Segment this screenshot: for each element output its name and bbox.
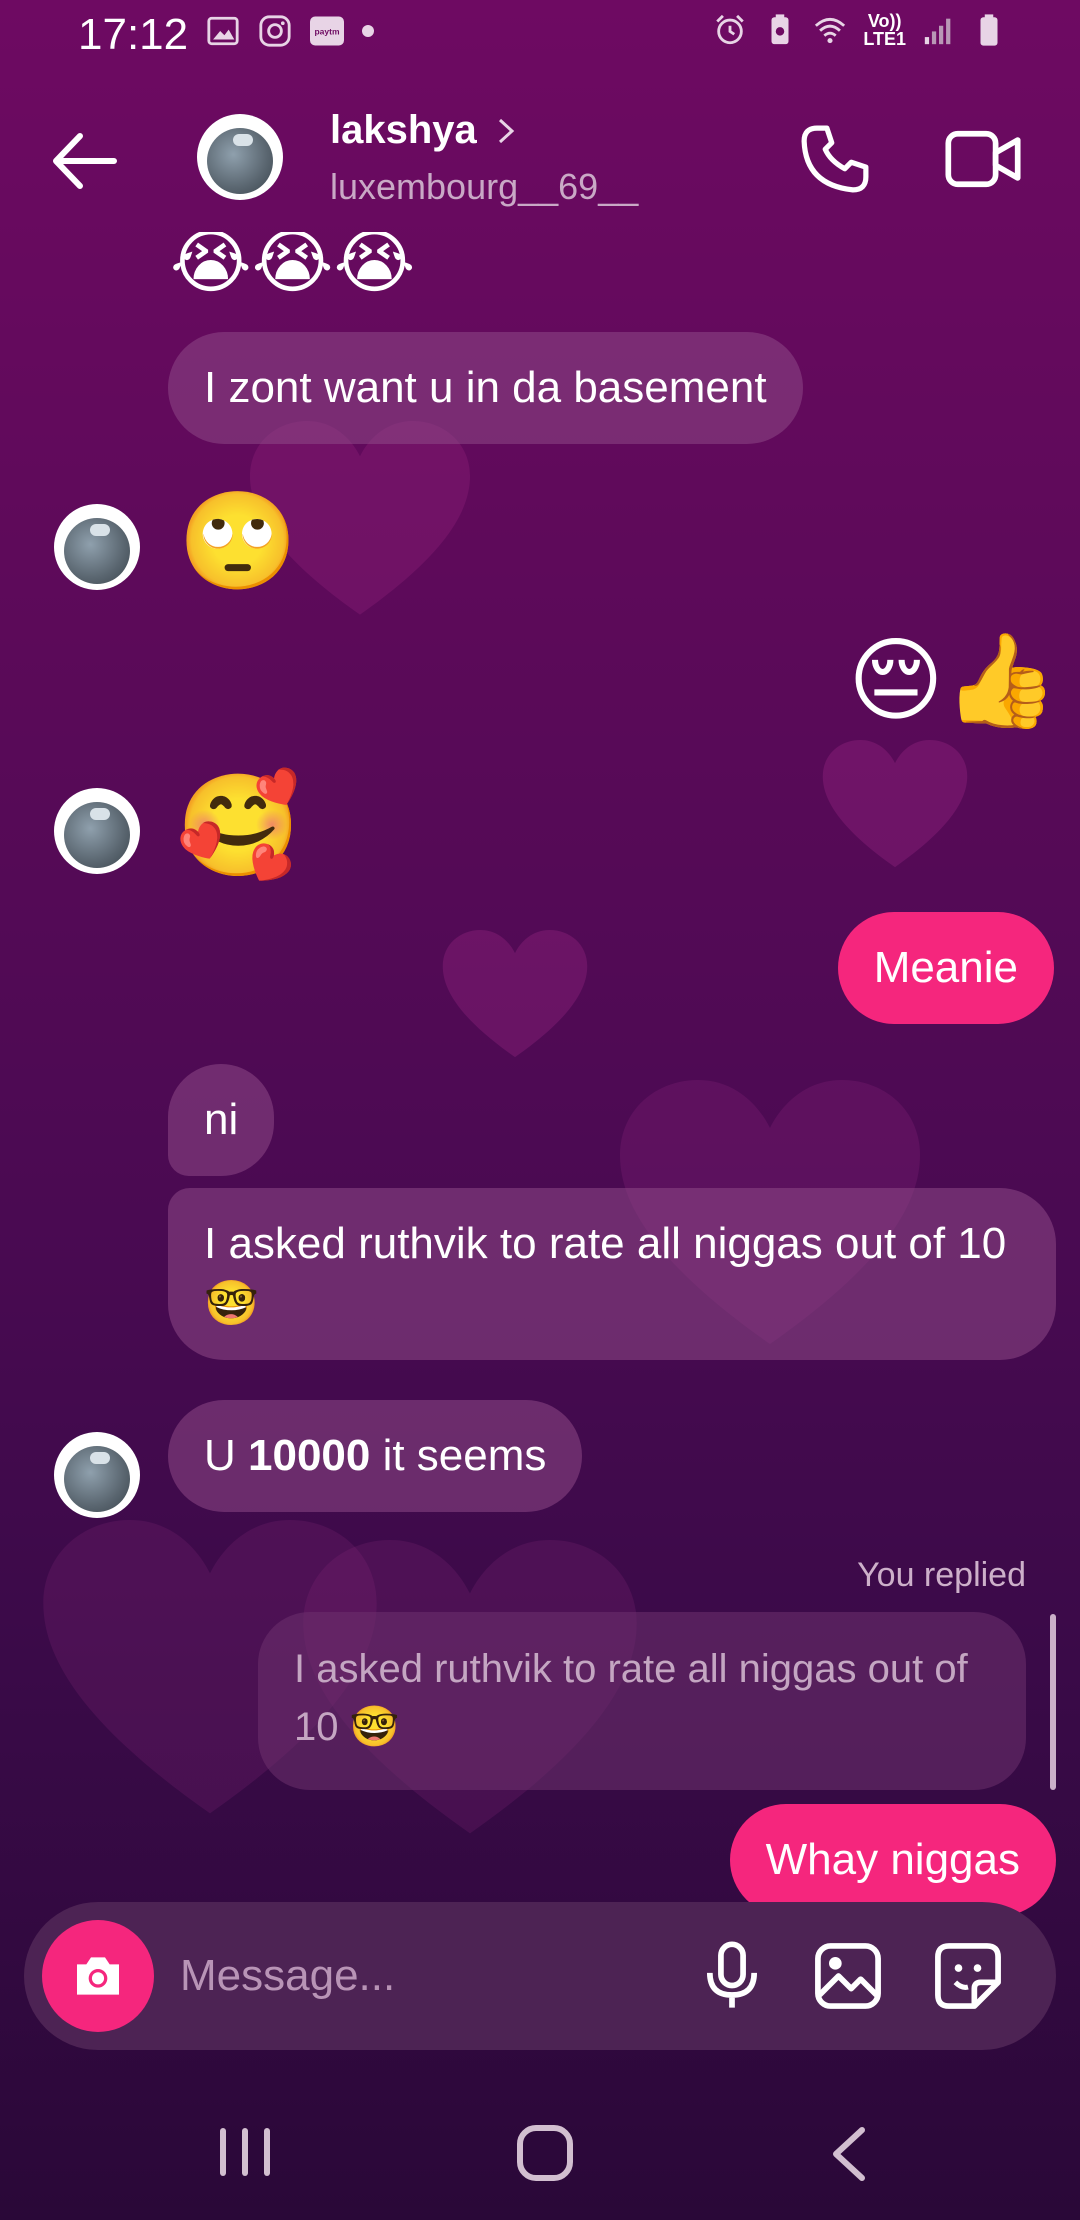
message-emoji-outgoing[interactable]: 😔👍 (848, 626, 1058, 736)
phone-icon[interactable] (796, 120, 874, 198)
message-emoji[interactable]: 🥰 (176, 768, 301, 884)
avatar[interactable] (54, 504, 140, 590)
background-heart-icon (822, 740, 968, 868)
volte-icon: Vo)) LTE1 (863, 12, 906, 48)
message-bubble-incoming[interactable]: I zont want u in da basement (168, 332, 803, 444)
message-text: I asked ruthvik to rate all niggas out o… (204, 1219, 1007, 1328)
microphone-icon[interactable] (694, 1938, 770, 2014)
message-text-prefix: U (204, 1431, 248, 1480)
message-text-bold: 10000 (248, 1431, 371, 1480)
sticker-icon[interactable] (930, 1938, 1006, 2014)
message-bubble-incoming[interactable]: ni (168, 1064, 275, 1176)
paytm-icon: paytm (310, 16, 344, 46)
message-composer (24, 1902, 1056, 2050)
chevron-right-icon[interactable] (494, 116, 518, 146)
avatar[interactable] (197, 114, 283, 200)
reply-quote[interactable]: I asked ruthvik to rate all niggas out o… (258, 1612, 1026, 1790)
contact-name[interactable]: lakshya (330, 108, 477, 153)
gallery-icon[interactable] (810, 1938, 886, 2014)
message-input[interactable] (180, 1940, 680, 2012)
home-icon[interactable] (516, 2124, 574, 2182)
lte-label: LTE1 (863, 29, 906, 49)
back-arrow-icon[interactable] (44, 126, 124, 196)
you-replied-label: You replied (857, 1556, 1026, 1594)
message-text: ni (204, 1095, 239, 1144)
reply-quote-text: I asked ruthvik to rate all niggas out o… (294, 1647, 968, 1749)
top-emojis: 😭😭😭 (170, 232, 416, 292)
message-emoji[interactable]: 🙄 (178, 486, 298, 596)
instagram-icon (259, 15, 291, 47)
recent-apps-icon[interactable] (218, 2126, 272, 2178)
status-bar: 17:12 paytm Vo)) LTE1 (0, 0, 1080, 72)
video-camera-icon[interactable] (942, 120, 1024, 198)
battery-icon (980, 14, 998, 46)
alarm-icon (716, 14, 745, 45)
wifi-icon (815, 17, 846, 44)
reply-indicator-bar (1050, 1614, 1056, 1790)
gallery-icon (207, 16, 239, 46)
status-right-icons: Vo)) LTE1 (713, 12, 1006, 48)
camera-button[interactable] (42, 1920, 154, 2032)
dot-icon (362, 25, 374, 37)
status-left-icons: paytm (206, 14, 374, 48)
system-nav-bar (0, 2080, 1080, 2220)
signal-icon (924, 18, 951, 45)
message-text: I zont want u in da basement (204, 363, 767, 412)
message-text: Whay niggas (765, 1835, 1020, 1884)
camera-icon (77, 1957, 119, 1995)
avatar[interactable] (54, 1432, 140, 1518)
svg-text:paytm: paytm (314, 26, 339, 36)
message-bubble-outgoing[interactable]: Whay niggas (729, 1804, 1056, 1916)
contact-handle[interactable]: luxembourg__69__ (330, 166, 638, 208)
message-bubble-outgoing[interactable]: Meanie (837, 912, 1054, 1024)
chat-header: lakshya luxembourg__69__ (0, 80, 1080, 240)
volte-label: Vo)) (867, 11, 902, 31)
message-text-suffix: it seems (370, 1431, 547, 1480)
back-icon[interactable] (826, 2124, 872, 2184)
message-bubble-incoming[interactable]: U 10000 it seems (168, 1400, 583, 1512)
message-text: Meanie (873, 943, 1018, 992)
battery-saver-icon (771, 14, 789, 45)
status-time: 17:12 (78, 10, 189, 59)
avatar[interactable] (54, 788, 140, 874)
message-bubble-incoming[interactable]: I asked ruthvik to rate all niggas out o… (168, 1188, 1056, 1360)
background-heart-icon (442, 930, 588, 1058)
